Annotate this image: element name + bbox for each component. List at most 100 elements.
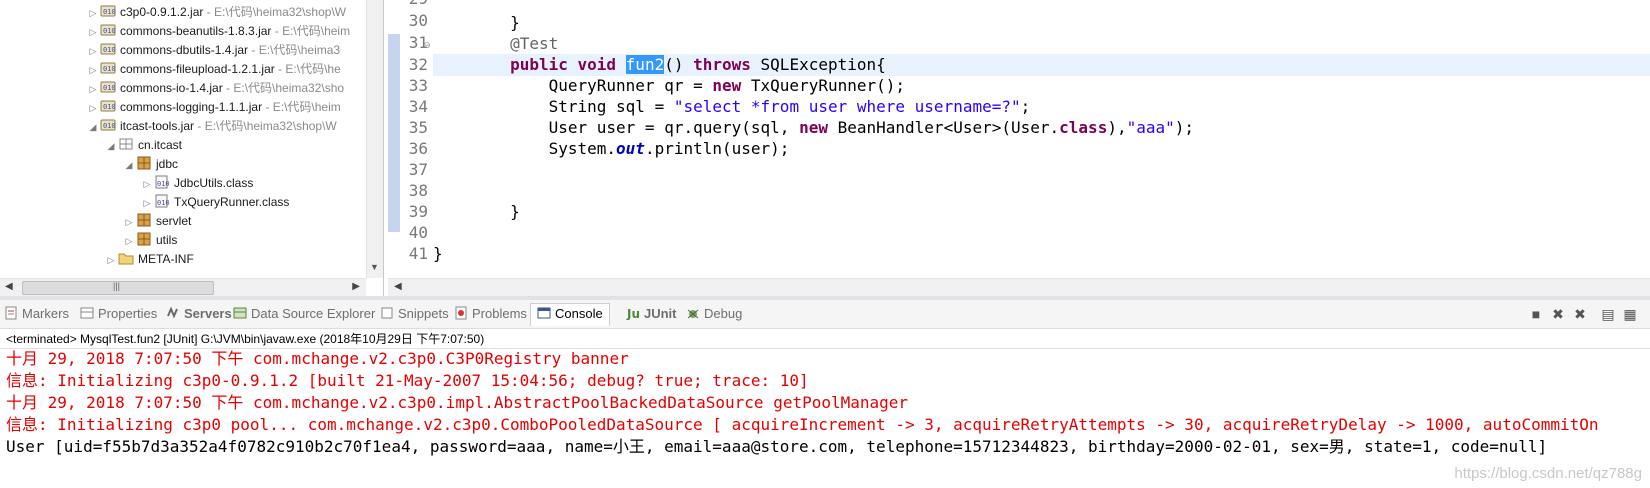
problems-icon bbox=[454, 306, 468, 320]
collapse-arrow-icon[interactable]: ◢ bbox=[122, 155, 136, 175]
view-tab-bar: Markers Properties Servers Data Source E… bbox=[0, 300, 1650, 329]
package-icon bbox=[136, 232, 152, 246]
tree-item-servlet[interactable]: ▷ servlet bbox=[122, 211, 191, 231]
scrollbar-thumb[interactable]: ||| bbox=[22, 281, 214, 295]
expand-arrow-icon[interactable]: ▷ bbox=[86, 79, 100, 99]
tree-item-dbutils-jar[interactable]: ▷ 010 commons-dbutils-1.4.jar - E:\代码\heim… bbox=[86, 40, 341, 61]
package-explorer: ▷ 010 c3p0-0.9.1.2.jar - E:\代码\heima32\sho… bbox=[0, 0, 384, 296]
jar-icon: 010 bbox=[100, 80, 116, 94]
tab-debug[interactable]: Debug bbox=[686, 304, 742, 324]
svg-text:010: 010 bbox=[103, 84, 116, 92]
remove-launch-icon[interactable]: ✖ bbox=[1550, 306, 1566, 322]
tree-item-fileupload-jar[interactable]: ▷ 010 commons-fileupload-1.2.1.jar - E:\代码… bbox=[86, 59, 341, 79]
expand-arrow-icon[interactable]: ▷ bbox=[122, 231, 136, 251]
snippets-icon bbox=[380, 306, 394, 320]
tree-item-io-jar[interactable]: ▷ 010 commons-io-1.4.jar - E:\代码\heima32\s… bbox=[86, 78, 345, 99]
terminate-icon[interactable]: ■ bbox=[1528, 306, 1544, 322]
svg-text:010: 010 bbox=[103, 27, 116, 35]
code-line[interactable]: System.out.println(user); bbox=[433, 138, 1650, 160]
code-line[interactable]: QueryRunner qr = new TxQueryRunner(); bbox=[433, 75, 1650, 97]
code-line[interactable]: User user = qr.query(sql, new BeanHandle… bbox=[433, 117, 1650, 139]
code-area[interactable]: } @Test public void fun2() throws SQLExc… bbox=[433, 0, 1650, 278]
package-root-icon bbox=[118, 137, 134, 151]
tab-snippets[interactable]: Snippets bbox=[380, 304, 449, 324]
database-icon bbox=[233, 306, 247, 320]
expand-arrow-icon[interactable]: ▷ bbox=[86, 22, 100, 42]
line-number: 38 bbox=[408, 181, 428, 200]
expand-arrow-icon[interactable]: ▷ bbox=[86, 98, 100, 118]
tree-item-utils[interactable]: ▷ utils bbox=[122, 230, 177, 250]
scroll-left-arrow-icon[interactable]: ◀ bbox=[5, 281, 13, 292]
tree-item-label: META-INF bbox=[138, 252, 194, 266]
scroll-down-arrow-icon[interactable]: ▼ bbox=[370, 262, 379, 272]
tree-item-c3p0-jar[interactable]: ▷ 010 c3p0-0.9.1.2.jar - E:\代码\heima32\sho… bbox=[86, 2, 347, 23]
code-line[interactable]: String sql = "select *from user where us… bbox=[433, 96, 1650, 118]
tree-item-location: - E:\代码\heima32\sho bbox=[222, 81, 345, 95]
tab-label: Data Source Explorer bbox=[251, 306, 376, 321]
line-number: 32 bbox=[408, 55, 428, 74]
tree-item-label: commons-fileupload-1.2.1.jar bbox=[120, 62, 275, 76]
collapse-arrow-icon[interactable]: ◢ bbox=[86, 117, 100, 137]
tree-item-label: cn.itcast bbox=[138, 138, 183, 152]
tree-item-label: commons-logging-1.1.1.jar bbox=[120, 100, 263, 114]
explorer-horizontal-scrollbar[interactable]: ◀ ||| ▶ bbox=[0, 278, 366, 296]
expand-arrow-icon[interactable]: ▷ bbox=[122, 212, 136, 232]
tab-problems[interactable]: Problems bbox=[454, 304, 527, 324]
expand-arrow-icon[interactable]: ▷ bbox=[86, 41, 100, 61]
debug-bug-icon bbox=[686, 306, 700, 320]
tab-junit[interactable]: Ju JUnit bbox=[626, 304, 677, 324]
code-line[interactable]: } bbox=[433, 12, 1650, 34]
markers-icon bbox=[4, 306, 18, 320]
occurrence-annotation-bar bbox=[388, 34, 400, 232]
svg-text:010: 010 bbox=[103, 65, 116, 73]
tree-item-cn-itcast[interactable]: ◢ cn.itcast bbox=[104, 135, 182, 155]
remove-all-terminated-icon[interactable]: ✖ bbox=[1572, 306, 1588, 322]
tree-item-label: TxQueryRunner.class bbox=[174, 195, 290, 209]
tree-item-txqueryrunner-class[interactable]: ▷ 010 TxQueryRunner.class bbox=[140, 192, 289, 212]
code-line[interactable]: } bbox=[433, 201, 1650, 223]
clear-console-icon[interactable]: ▤ bbox=[1600, 306, 1616, 322]
editor-horizontal-scrollbar[interactable]: ◀ bbox=[388, 278, 1650, 296]
properties-icon bbox=[80, 306, 94, 320]
package-icon bbox=[136, 156, 152, 170]
code-line[interactable]: @Test bbox=[433, 33, 1650, 55]
tab-label: Servers bbox=[184, 306, 232, 321]
expand-arrow-icon[interactable]: ▷ bbox=[140, 193, 154, 213]
watermark-text: https://blog.csdn.net/qz788g bbox=[1454, 465, 1642, 482]
line-number: 36 bbox=[408, 139, 428, 158]
code-line-current[interactable]: public void fun2() throws SQLException{ bbox=[433, 54, 1650, 76]
line-number: 37 bbox=[408, 160, 428, 179]
tab-data-source-explorer[interactable]: Data Source Explorer bbox=[233, 304, 375, 324]
folder-icon bbox=[118, 251, 134, 265]
svg-text:Ju: Ju bbox=[626, 307, 640, 320]
tab-markers[interactable]: Markers bbox=[4, 304, 69, 324]
grip-icon: ||| bbox=[113, 281, 121, 291]
code-editor[interactable]: 29 30 31 ⊖ 32 33 34 35 36 37 38 39 40 41… bbox=[388, 0, 1650, 296]
scroll-lock-icon[interactable]: ▦ bbox=[1622, 306, 1638, 322]
explorer-vertical-scrollbar[interactable]: ▼ bbox=[366, 0, 383, 278]
tree-item-meta-inf[interactable]: ▷ META-INF bbox=[104, 249, 194, 269]
tree-item-location: - E:\代码\heim bbox=[262, 100, 341, 114]
tree-item-label: servlet bbox=[156, 214, 192, 228]
tree-item-logging-jar[interactable]: ▷ 010 commons-logging-1.1.1.jar - E:\代码\he… bbox=[86, 97, 341, 117]
code-line[interactable]: } bbox=[433, 243, 1650, 265]
tab-properties[interactable]: Properties bbox=[80, 304, 157, 324]
scroll-right-arrow-icon[interactable]: ▶ bbox=[352, 281, 360, 292]
tab-servers[interactable]: Servers bbox=[166, 304, 232, 324]
tree-item-itcast-tools-jar[interactable]: ◢ 010 itcast-tools.jar - E:\代码\heima32\sho… bbox=[86, 116, 337, 136]
fold-collapse-icon[interactable]: ⊖ bbox=[423, 40, 431, 51]
collapse-arrow-icon[interactable]: ◢ bbox=[104, 136, 118, 156]
tree-item-jdbc[interactable]: ◢ jdbc bbox=[122, 154, 178, 174]
tree-item-beanutils-jar[interactable]: ▷ 010 commons-beanutils-1.8.3.jar - E:\代码\… bbox=[86, 21, 351, 42]
expand-arrow-icon[interactable]: ▷ bbox=[86, 60, 100, 80]
scroll-left-arrow-icon[interactable]: ◀ bbox=[394, 281, 402, 292]
tree-item-label: commons-io-1.4.jar bbox=[120, 81, 223, 95]
tree-item-jdbcutils-class[interactable]: ▷ 010 JdbcUtils.class bbox=[140, 173, 253, 193]
console-output[interactable]: 十月 29, 2018 7:07:50 下午 com.mchange.v2.c3… bbox=[0, 348, 1650, 488]
selected-text[interactable]: fun2 bbox=[625, 55, 665, 74]
jar-icon: 010 bbox=[100, 23, 116, 37]
expand-arrow-icon[interactable]: ▷ bbox=[140, 174, 154, 194]
tab-console[interactable]: Console bbox=[530, 303, 610, 326]
expand-arrow-icon[interactable]: ▷ bbox=[86, 3, 100, 23]
expand-arrow-icon[interactable]: ▷ bbox=[104, 250, 118, 270]
